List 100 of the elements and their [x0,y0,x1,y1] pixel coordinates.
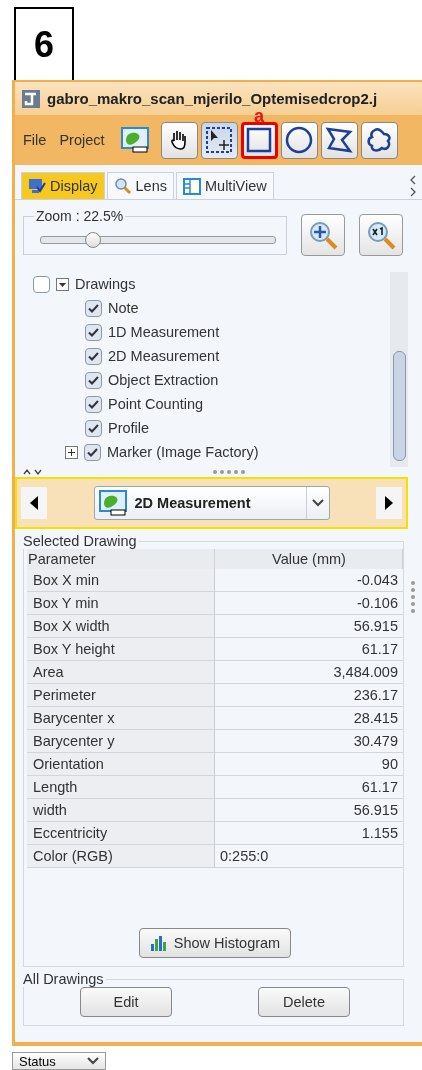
table-cell: 61.17 [215,638,403,661]
show-histogram-button[interactable]: Show Histogram [138,928,292,958]
table-cell: Barycenter x [27,707,215,730]
hand-icon [169,129,189,151]
tree-item[interactable]: Drawings [75,276,136,292]
checkmark-icon [88,327,99,337]
layout-icon [183,177,201,195]
scrollbar-track[interactable] [390,272,408,467]
selection-icon [205,126,233,154]
app-logo-icon [21,88,41,109]
table-cell: Orientation [27,753,215,776]
table-cell: 30.479 [215,730,403,753]
checkmark-icon [87,447,98,457]
shape-ruler-icon [98,490,127,516]
table-cell: 90 [215,753,403,776]
table-cell: 3,484.009 [215,661,403,684]
table-cell: 56.915 [215,615,403,638]
table-cell: 0:255:0 [215,845,403,868]
freeform-icon [365,126,393,154]
zoom-label: Zoom : 22.5% [35,208,125,224]
circle-icon [285,126,313,154]
slider-thumb[interactable] [84,232,101,248]
expand-toggle-icon[interactable] [65,445,78,459]
checkbox[interactable] [84,443,101,461]
polygon-icon [325,126,353,154]
window-title: gabro_makro_scan_mjerilo_Optemisedcrop2.j [47,90,378,107]
zoom-fit-button[interactable] [301,214,345,256]
table-cell: 28.415 [215,707,403,730]
menu-item[interactable]: Project [59,132,105,148]
annotation-label: a [254,107,264,124]
chevron-down-icon [311,499,324,507]
tree-item[interactable]: Point Counting [108,396,204,412]
checkbox[interactable] [85,299,102,317]
left-triangle-icon [30,496,38,510]
table-cell: Color (RGB) [27,845,215,868]
action-button[interactable]: Delete [258,987,350,1017]
table-cell: width [27,799,215,822]
table-cell: Perimeter [27,684,215,707]
zoom-slider[interactable] [40,232,276,248]
scroll-arrows-icon[interactable] [410,175,416,199]
table-cell: Eccentricity [27,822,215,845]
tool-button[interactable] [360,121,398,159]
shape-ruler-icon [120,127,149,153]
table-cell: 1.155 [215,822,403,845]
checkbox[interactable] [85,371,102,389]
column-header: Value (mm) [215,549,403,569]
checkmark-icon [88,375,99,385]
menu-item[interactable]: File [23,132,47,148]
checkmark-icon [88,423,99,433]
previous-button[interactable] [21,487,47,519]
checkbox[interactable] [85,323,102,341]
table-cell: -0.106 [215,592,403,615]
tool-button[interactable] [280,121,318,159]
tab[interactable]: MultiView [176,172,274,199]
rectangle-icon [246,127,272,153]
table-cell: Barycenter y [27,730,215,753]
checkmark-icon [88,399,99,409]
scrollbar-thumb[interactable] [392,351,406,461]
tree-item[interactable]: Marker (Image Factory) [107,444,259,460]
tree-item[interactable]: Profile [108,420,150,436]
action-button[interactable]: Edit [80,987,172,1017]
column-header: Parameter [27,549,215,569]
zoom-fit-icon [307,219,339,251]
checkmark-icon [88,303,99,313]
tool-button[interactable] [240,121,278,159]
drawing-type-dropdown[interactable]: 2D Measurement [93,486,330,520]
tool-button[interactable] [320,121,358,159]
next-button[interactable] [376,487,402,519]
table-cell: Box Y min [27,592,215,615]
tree-item[interactable]: 2D Measurement [108,348,220,364]
table-cell: Area [27,661,215,684]
monitor-icon [28,178,46,194]
bar-chart-icon [149,934,168,952]
group-title: Selected Drawing [22,533,138,549]
table-cell: Box X width [27,615,215,638]
zoom-actual-size-icon [365,219,397,251]
table-cell: Box X min [27,569,215,592]
tab[interactable]: Display [21,172,105,199]
checkbox[interactable] [85,419,102,437]
tree-item[interactable]: Object Extraction [108,372,219,388]
table-cell: 56.915 [215,799,403,822]
table-cell: Box Y height [27,638,215,661]
zoom-actual-size-button[interactable] [359,214,403,256]
checkbox[interactable] [33,275,50,293]
magnifier-icon [113,177,132,195]
table-cell: -0.043 [215,569,403,592]
table-cell: Length [27,776,215,799]
tab[interactable]: Lens [106,172,174,199]
collapse-toggle-icon[interactable] [56,277,69,291]
table-cell: 61.17 [215,776,403,799]
tree-item[interactable]: Note [108,300,139,316]
checkbox[interactable] [85,395,102,413]
tree-item[interactable]: 1D Measurement [108,324,220,340]
checkmark-icon [88,351,99,361]
checkbox[interactable] [85,347,102,365]
tool-button[interactable] [200,121,238,159]
tool-button[interactable] [160,121,198,159]
chevron-down-icon [87,1057,99,1065]
table-cell: 236.17 [215,684,403,707]
status-dropdown[interactable]: Status [12,1052,106,1070]
